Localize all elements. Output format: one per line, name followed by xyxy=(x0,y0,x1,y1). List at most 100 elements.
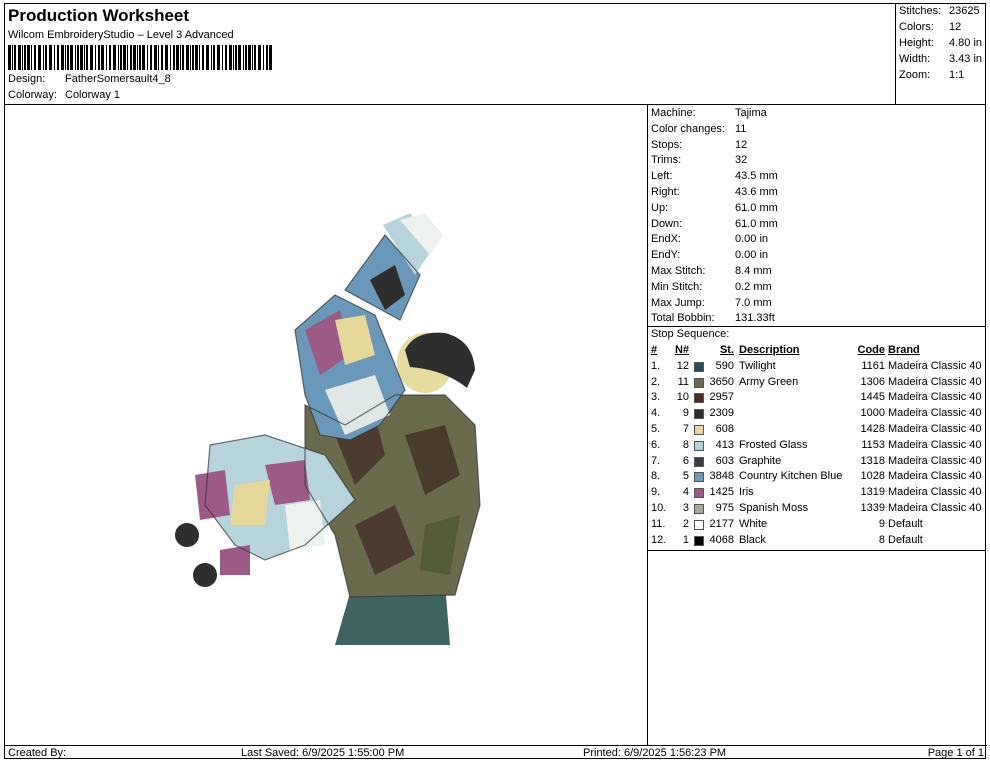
stop-index: 9. xyxy=(651,486,661,499)
color-code: 8 xyxy=(878,533,885,546)
design-value: FatherSomersault4_8 xyxy=(65,73,171,85)
stop-sequence-table: # N# St. Description Code Brand 1. 12 590 T… xyxy=(651,344,983,549)
machine-info-panel: Machine: Tajima Color changes: 11 Stops: 12 Tr… xyxy=(648,105,986,745)
machine-info-value: 11 xyxy=(735,122,747,135)
thread-brand: Madeira Classic 40 xyxy=(888,375,982,388)
needle-number: 10 xyxy=(676,391,689,404)
color-description: Spanish Moss xyxy=(739,501,809,514)
needle-number: 9 xyxy=(682,407,689,420)
embroidery-design-image xyxy=(175,213,481,645)
machine-info-value: 61.0 mm xyxy=(735,201,778,214)
worksheet: Production Worksheet Wilcom EmbroiderySt… xyxy=(4,3,987,760)
table-row: 8. 5 3848 Country Kitchen Blue 1028 Madeira C… xyxy=(651,470,983,486)
stop-index: 3. xyxy=(651,391,661,404)
color-code: 1153 xyxy=(861,438,885,451)
stop-index: 10. xyxy=(651,501,667,514)
barcode xyxy=(8,45,272,70)
stop-sequence-header: # N# St. Description Code Brand xyxy=(651,344,983,360)
stitch-count: 2309 xyxy=(709,407,734,420)
color-code: 9 xyxy=(878,517,885,530)
table-row: 7. 6 603 Graphite 1318 Madeira Classic 40 xyxy=(651,455,983,471)
table-row: 3. 10 2957 1445 Madeira Classic 40 xyxy=(651,391,983,407)
color-code: 1000 xyxy=(860,407,885,420)
machine-info-label: Total Bobbin: xyxy=(651,312,715,325)
thread-brand: Madeira Classic 40 xyxy=(888,501,982,514)
table-row: 12. 1 4068 Black 8 Default xyxy=(651,534,983,550)
page-number: Page 1 of 1 xyxy=(927,747,984,759)
machine-info-value: 0.00 in xyxy=(735,249,769,262)
stitch-count: 3650 xyxy=(709,375,734,388)
machine-info-value: 43.5 mm xyxy=(735,170,778,183)
stop-index: 4. xyxy=(651,407,661,420)
machine-info-label: Min Stitch: xyxy=(651,280,703,293)
color-description: Twilight xyxy=(739,359,776,372)
machine-info-value: 0.2 mm xyxy=(735,280,772,293)
color-swatch xyxy=(694,377,704,388)
thread-brand: Madeira Classic 40 xyxy=(888,391,982,404)
design-stats: Stitches: 23625 Colors: 12 Height: 4.80 in … xyxy=(895,4,986,105)
table-row: 6. 8 413 Frosted Glass 1153 Madeira Classic 4… xyxy=(651,439,983,455)
stop-index: 7. xyxy=(651,454,661,467)
created-by: Created By: xyxy=(8,747,67,759)
software-subtitle: Wilcom EmbroideryStudio – Level 3 Advanc… xyxy=(8,29,234,41)
needle-number: 1 xyxy=(682,533,689,546)
table-row: 9. 4 1425 Iris 1319 Madeira Classic 40 xyxy=(651,486,983,502)
stop-index: 12. xyxy=(651,533,667,546)
machine-info-row: Max Jump: 7.0 mm xyxy=(651,297,772,309)
col-st: St. xyxy=(719,344,734,356)
table-row: 5. 7 608 1428 Madeira Classic 40 xyxy=(651,423,983,439)
machine-info-value: 43.6 mm xyxy=(735,186,778,198)
last-saved: Last Saved: 6/9/2025 1:55:00 PM xyxy=(241,747,405,759)
thread-brand: Madeira Classic 40 xyxy=(888,454,982,467)
colors-label: Colors: xyxy=(899,21,934,33)
machine-info-value: 32 xyxy=(735,154,748,167)
machine-info-label: Machine: xyxy=(651,107,696,119)
machine-info-value: 7.0 mm xyxy=(735,296,772,309)
machine-info-label: Down: xyxy=(651,217,683,230)
machine-info-row: EndX: 0.00 in xyxy=(651,233,768,245)
color-code: 1319 xyxy=(860,486,885,499)
stop-index: 1. xyxy=(651,359,661,372)
height-row: Height: 4.80 in xyxy=(899,37,982,49)
color-swatch xyxy=(694,456,704,467)
stop-index: 6. xyxy=(651,438,661,451)
machine-info-row: Machine: Tajima xyxy=(651,107,767,119)
stitch-count: 603 xyxy=(715,454,734,467)
table-row: 4. 9 2309 1000 Madeira Classic 40 xyxy=(651,407,983,423)
color-swatch xyxy=(694,393,704,404)
machine-info-label: Stops: xyxy=(651,138,683,151)
color-swatch xyxy=(694,440,704,451)
footer: Created By: Last Saved: 6/9/2025 1:55:00… xyxy=(5,745,987,760)
color-swatch xyxy=(694,503,704,514)
stop-sequence-divider xyxy=(648,550,986,551)
color-code: 1161 xyxy=(861,359,885,372)
machine-info-value: 12 xyxy=(735,138,748,151)
needle-number: 3 xyxy=(682,501,689,514)
machine-info-row: Left: 43.5 mm xyxy=(651,170,778,182)
table-row: 10. 3 975 Spanish Moss 1339 Madeira Classic 4… xyxy=(651,502,983,518)
color-description: Black xyxy=(739,533,766,546)
machine-info-label: Color changes: xyxy=(651,122,725,135)
machine-info-value: 61.0 mm xyxy=(735,217,778,230)
col-n: N# xyxy=(674,344,689,356)
color-code: 1028 xyxy=(860,470,885,483)
color-code: 1428 xyxy=(860,422,885,435)
machine-info-value: 131.33ft xyxy=(735,312,775,325)
colors-row: Colors: 12 xyxy=(899,21,961,33)
needle-number: 12 xyxy=(676,359,689,372)
stop-index: 11. xyxy=(651,517,666,530)
thread-brand: Default xyxy=(888,533,923,546)
color-code: 1306 xyxy=(860,375,885,388)
machine-info-row: Down: 61.0 mm xyxy=(651,218,778,230)
needle-number: 6 xyxy=(682,454,689,467)
stitch-count: 413 xyxy=(715,438,734,451)
stitches-label: Stitches: xyxy=(899,5,942,17)
width-row: Width: 3.43 in xyxy=(899,53,982,65)
table-row: 1. 12 590 Twilight 1161 Madeira Classic 40 xyxy=(651,360,983,376)
machine-info-row: Total Bobbin: 131.33ft xyxy=(651,312,775,324)
col-description: Description xyxy=(739,344,800,356)
needle-number: 2 xyxy=(682,517,689,530)
zoom-value: 1:1 xyxy=(949,69,965,81)
table-row: 11. 2 2177 White 9 Default xyxy=(651,518,983,534)
design-row: Design: FatherSomersault4_8 xyxy=(8,73,171,85)
